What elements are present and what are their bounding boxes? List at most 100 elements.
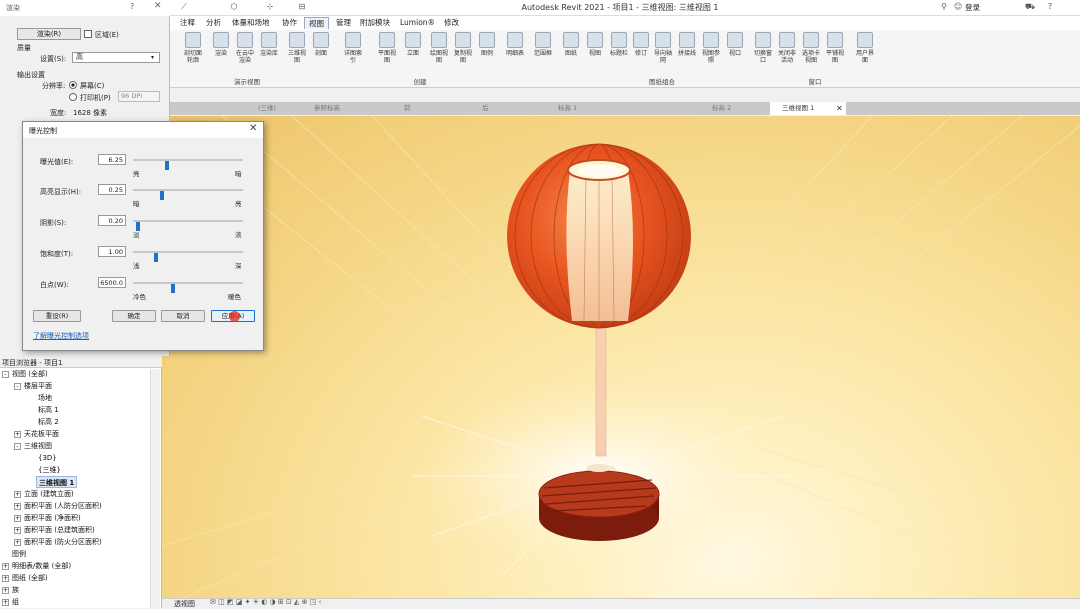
tab-collaborate[interactable]: 协作	[278, 17, 301, 29]
ribbon-button-elevation[interactable]: 立面	[402, 32, 424, 76]
printer-radio[interactable]	[69, 93, 77, 101]
ribbon-button-tab-views[interactable]: 选项卡视图	[800, 32, 822, 76]
thin-lines-icon[interactable]: ⊟	[296, 2, 308, 13]
tree-item-area-civil-defense[interactable]: + 面积平面 (人防分区面积)	[0, 500, 102, 512]
slider-thumb[interactable]	[154, 253, 159, 262]
view-tab-back[interactable]: 后	[470, 102, 550, 115]
tab-manage[interactable]: 管理	[332, 17, 355, 29]
tree-item-site[interactable]: 场地	[0, 392, 52, 404]
tree-item-ceiling-plans[interactable]: + 天花板平面	[0, 428, 59, 440]
user-icon[interactable]: ☺	[952, 2, 964, 13]
ribbon-button-switch-windows[interactable]: 切换窗口	[752, 32, 774, 76]
expand-icon[interactable]: +	[14, 502, 21, 510]
saturation-input[interactable]: 1.00	[98, 246, 126, 257]
shadows-slider[interactable]	[133, 220, 243, 231]
expand-icon[interactable]: +	[2, 574, 9, 582]
tree-item-sheets[interactable]: + 图纸 (全部)	[0, 572, 48, 584]
scrollbar[interactable]	[150, 369, 160, 608]
ribbon-button-revision[interactable]: 修订	[630, 32, 652, 76]
tab-analyze[interactable]: 分析	[202, 17, 225, 29]
screen-radio[interactable]	[69, 81, 77, 89]
expand-icon[interactable]: +	[14, 526, 21, 534]
ribbon-button-close-inactive[interactable]: 关闭非活动	[776, 32, 798, 76]
tree-item-3d-view-1[interactable]: 三维视图 1	[36, 476, 78, 488]
saturation-slider[interactable]	[133, 251, 243, 262]
tree-item-3d-views[interactable]: - 三维视图	[0, 440, 52, 452]
view-tab-level-2[interactable]: 标高 2	[700, 102, 770, 115]
slider-thumb[interactable]	[171, 284, 176, 293]
close-icon[interactable]: ✕	[836, 102, 843, 115]
view-tab-front[interactable]: 前	[392, 102, 472, 115]
ok-button[interactable]: 确定	[112, 310, 156, 322]
region-checkbox[interactable]	[84, 30, 92, 38]
collapse-icon[interactable]: -	[14, 442, 21, 450]
ribbon-button-callout[interactable]: 详图索引	[342, 32, 364, 76]
collapse-icon[interactable]: -	[14, 382, 21, 390]
expand-icon[interactable]: +	[14, 514, 21, 522]
ribbon-button-matchline[interactable]: 拼接线	[676, 32, 698, 76]
login-link[interactable]: 登录	[965, 2, 980, 13]
tab-massing-site[interactable]: 体量和场地	[228, 17, 274, 29]
help-icon[interactable]: ?	[130, 2, 134, 11]
slider-thumb[interactable]	[164, 161, 169, 170]
ribbon-button-tile-views[interactable]: 平铺视图	[824, 32, 846, 76]
3d-view-icon[interactable]: ⬡	[228, 2, 240, 13]
view-tab-level-1[interactable]: 标高 1	[546, 102, 646, 115]
highlights-input[interactable]: 0.25	[98, 184, 126, 195]
expand-icon[interactable]: +	[2, 562, 9, 570]
tree-item-level-1[interactable]: 标高 1	[0, 404, 59, 416]
tree-item-schedules[interactable]: + 明细表/数量 (全部)	[0, 560, 71, 572]
help-icon[interactable]: ?	[1044, 2, 1056, 13]
tree-item-area-gross[interactable]: + 面积平面 (总建筑面积)	[0, 524, 95, 536]
tree-item-area-fire[interactable]: + 面积平面 (防火分区面积)	[0, 536, 102, 548]
tree-item-elevations[interactable]: + 立面 (建筑立面)	[0, 488, 74, 500]
expand-icon[interactable]: +	[14, 490, 21, 498]
tree-item-legends[interactable]: 图例	[0, 548, 26, 560]
ribbon-button-render[interactable]: 渲染	[210, 32, 232, 76]
expand-icon[interactable]: +	[14, 538, 21, 546]
tree-item-groups[interactable]: + 组	[0, 596, 19, 608]
tree-item-views-all[interactable]: - 视图 (全部)	[0, 368, 48, 380]
shadows-input[interactable]: 0.20	[98, 215, 126, 226]
measure-icon[interactable]: ⟋	[178, 2, 190, 13]
help-link[interactable]: 了解曝光控制选项	[33, 331, 89, 341]
ribbon-button-render-gallery[interactable]: 渲染库	[258, 32, 280, 76]
expand-icon[interactable]: +	[14, 430, 21, 438]
slider-thumb[interactable]	[159, 191, 164, 200]
ribbon-button-section[interactable]: 剖面	[310, 32, 332, 76]
ribbon-button-section-profile[interactable]: 剖切面轮廓	[182, 32, 204, 76]
dpi-select[interactable]: 96 DPI	[118, 91, 160, 102]
exposure-value-input[interactable]: 6.25	[98, 154, 126, 165]
ribbon-button-guide-grid[interactable]: 导向轴网	[652, 32, 674, 76]
ribbon-button-place-view[interactable]: 视图	[584, 32, 606, 76]
ribbon-button-3d-view[interactable]: 三维视图	[286, 32, 308, 76]
highlights-slider[interactable]	[133, 189, 243, 200]
view-tab-3d-view-1[interactable]: 三维视图 1 ✕	[770, 102, 846, 115]
tree-item-level-2[interactable]: 标高 2	[0, 416, 59, 428]
cart-icon[interactable]: ⛟	[1024, 2, 1036, 13]
close-icon[interactable]: ✕	[154, 1, 162, 11]
ribbon-button-duplicate-view[interactable]: 复制视图	[452, 32, 474, 76]
view-control-icons[interactable]: ✉ ◫ ◩ ◪ ✦ ☀ ◐ ◑ ⊞ ⊡ ◭ ⊕ ◳ ‹	[210, 598, 321, 606]
tree-item-3d[interactable]: {3D}	[0, 452, 57, 464]
tab-view[interactable]: 视图	[304, 17, 329, 29]
ribbon-button-title-block[interactable]: 标题栏	[608, 32, 630, 76]
ribbon-button-viewports[interactable]: 视口	[724, 32, 746, 76]
exposure-value-slider[interactable]	[133, 159, 243, 170]
ribbon-button-sheet[interactable]: 图纸	[560, 32, 582, 76]
section-icon[interactable]: ⊹	[264, 2, 276, 13]
3d-viewport[interactable]	[162, 116, 1080, 598]
tree-item-3d-cn[interactable]: {三维}	[0, 464, 61, 476]
view-tab-ref-level[interactable]: 参照标高	[302, 102, 402, 115]
ribbon-button-user-interface[interactable]: 用户界面	[854, 32, 876, 76]
ribbon-button-schedule[interactable]: 明细表	[504, 32, 526, 76]
collapse-icon[interactable]: -	[2, 370, 9, 378]
cancel-button[interactable]: 取消	[161, 310, 205, 322]
tree-item-families[interactable]: + 族	[0, 584, 19, 596]
tab-annotate[interactable]: 注释	[176, 17, 199, 29]
tab-lumion[interactable]: Lumion®	[396, 17, 439, 29]
render-button[interactable]: 渲染(R)	[17, 28, 81, 40]
close-icon[interactable]: ✕	[249, 123, 257, 134]
ribbon-button-view-reference[interactable]: 视图参照	[700, 32, 722, 76]
reset-button[interactable]: 重设(R)	[33, 310, 81, 322]
